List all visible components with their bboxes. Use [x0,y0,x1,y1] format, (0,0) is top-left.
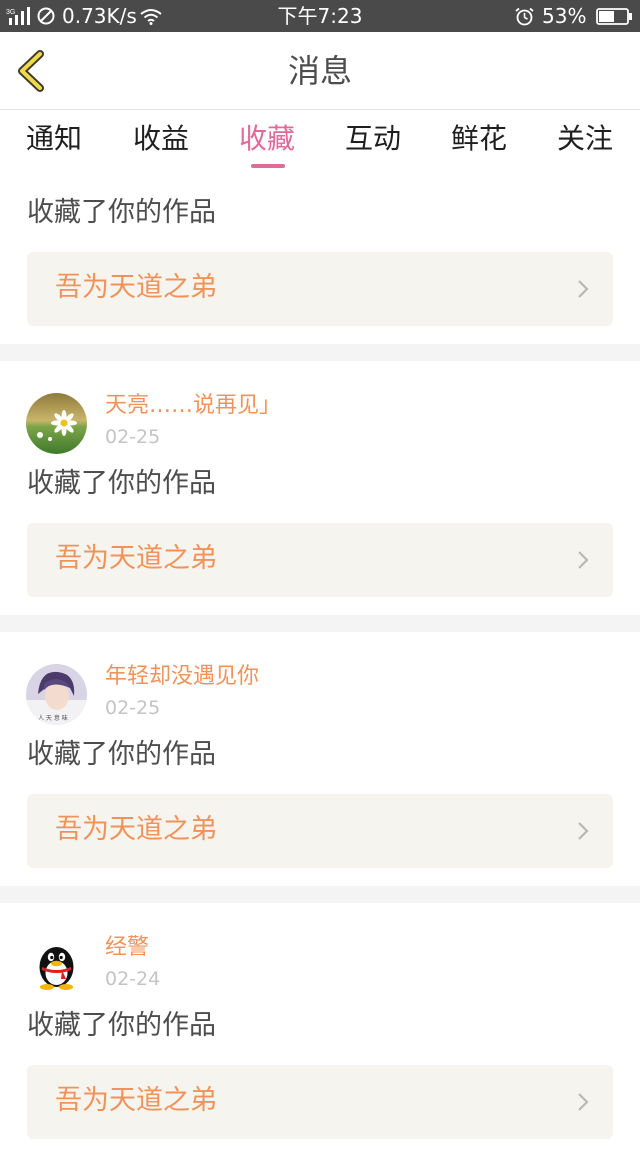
work-title: 吾为天道之弟 [55,814,217,845]
page-title: 消息 [287,52,352,90]
message-card: 天亮……说再见」 02-25 收藏了你的作品 吾为天道之弟 [0,361,640,615]
tab-earnings[interactable]: 收益 [116,120,206,158]
chevron-right-icon [578,822,589,840]
tab-follows[interactable]: 关注 [540,120,630,158]
svg-text:3G: 3G [6,9,15,16]
message-card: 经警 02-24 收藏了你的作品 吾为天道之弟 [0,903,640,1157]
status-bar: 3G 0.73K/s 下午7:23 53% [0,0,640,32]
network-speed: 0.73K/s [62,4,137,28]
back-arrow-icon[interactable] [14,50,50,92]
user-row: 天亮……说再见」 02-25 [0,361,640,467]
tab-interactions[interactable]: 互动 [328,120,418,158]
chevron-right-icon [578,1093,589,1111]
tab-notifications[interactable]: 通知 [9,120,99,158]
username[interactable]: 经警 [105,933,149,963]
chevron-right-icon [578,280,589,298]
active-tab-indicator [251,164,285,168]
message-date: 02-24 [105,968,161,990]
action-text: 收藏了你的作品 [27,468,216,499]
qq-penguin-avatar-icon[interactable] [26,935,87,996]
divider [0,886,640,903]
portrait-avatar-icon[interactable]: 人 天 意 味 [26,664,87,725]
action-text: 收藏了你的作品 [27,197,216,228]
work-link[interactable]: 吾为天道之弟 [27,794,613,868]
message-card: 人 天 意 味 年轻却没遇见你 02-25 收藏了你的作品 吾为天道之弟 [0,632,640,886]
message-date: 02-25 [105,697,161,719]
tab-favorites[interactable]: 收藏 [222,120,312,158]
no-sim-icon [37,7,55,25]
work-title: 吾为天道之弟 [55,272,217,303]
message-date: 02-25 [105,426,161,448]
work-link[interactable]: 吾为天道之弟 [27,523,613,597]
work-link[interactable]: 吾为天道之弟 [27,1065,613,1139]
action-text: 收藏了你的作品 [27,739,216,770]
user-row: 经警 02-24 [0,903,640,1009]
svg-text:人 天 意 味: 人 天 意 味 [38,714,68,722]
wifi-icon [140,9,162,25]
chevron-right-icon [578,551,589,569]
work-title: 吾为天道之弟 [55,543,217,574]
username[interactable]: 年轻却没遇见你 [105,662,259,692]
work-link[interactable]: 吾为天道之弟 [27,252,613,326]
divider [0,615,640,632]
battery-icon [596,8,632,25]
username[interactable]: 天亮……说再见」 [105,391,281,421]
action-text: 收藏了你的作品 [27,1010,216,1041]
tab-bar: 通知 收益 收藏 互动 鲜花 关注 [0,110,640,176]
daisy-avatar-icon[interactable] [26,393,87,454]
work-title: 吾为天道之弟 [55,1085,217,1116]
message-card: 收藏了你的作品 吾为天道之弟 [0,176,640,344]
divider [0,344,640,361]
tab-flowers[interactable]: 鲜花 [434,120,524,158]
message-list: 收藏了你的作品 吾为天道之弟 天亮……说再见」 02-25 收藏了你的作品 吾为… [0,176,640,1157]
signal-icon: 3G [6,7,30,25]
user-row: 人 天 意 味 年轻却没遇见你 02-25 [0,632,640,738]
battery-percent: 53% [542,4,587,28]
alarm-icon [515,7,534,26]
header-bar: 消息 [0,32,640,110]
